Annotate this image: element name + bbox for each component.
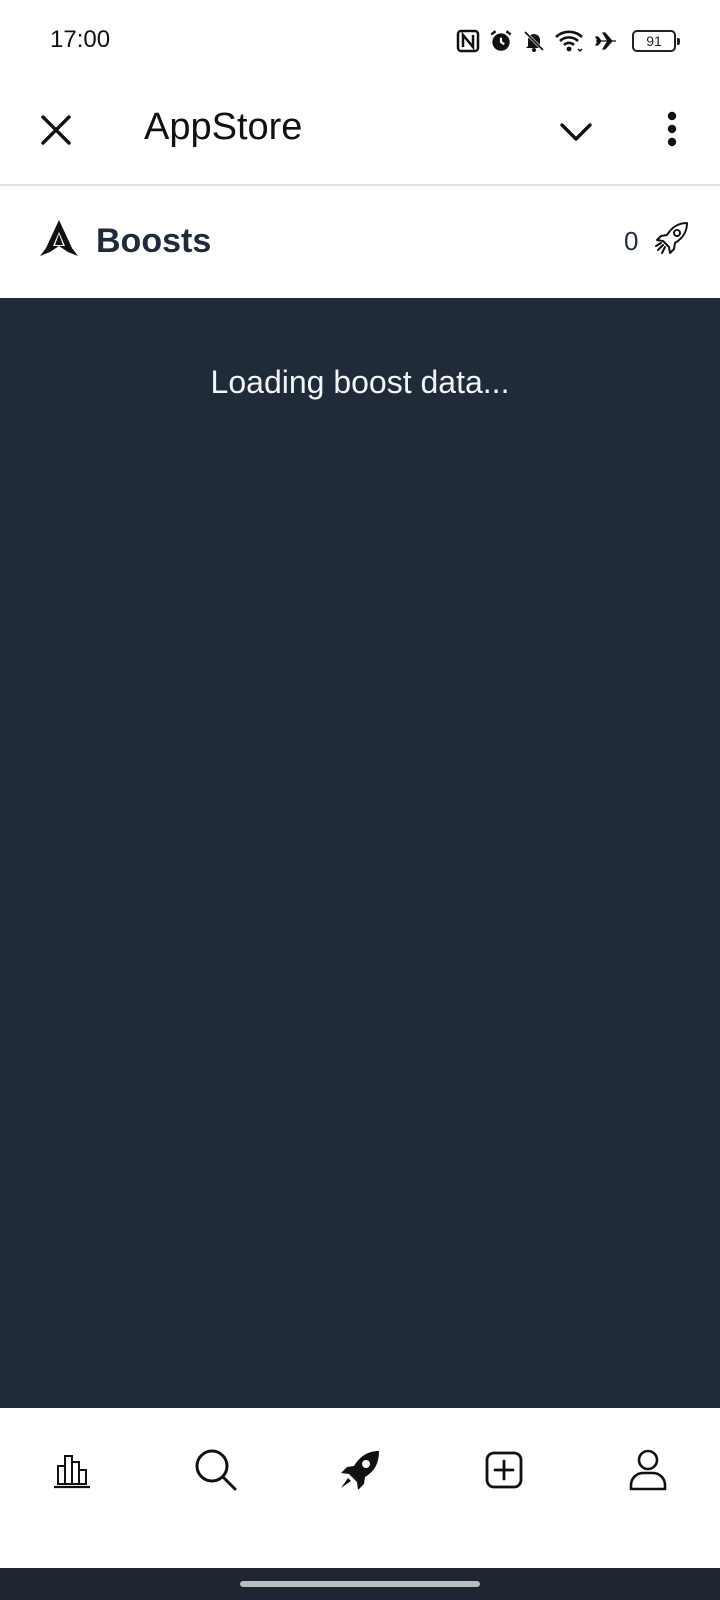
app-title: AppStore — [144, 106, 303, 148]
nav-item-create[interactable] — [480, 1446, 528, 1494]
app-bar: AppStore — [0, 84, 720, 186]
screen: 17:00 91 AppStore Boosts 0 Loading boost… — [0, 0, 720, 1600]
gesture-area — [0, 1568, 720, 1600]
boosts-title: Boosts — [96, 222, 212, 260]
loading-text: Loading boost data... — [210, 364, 510, 400]
logo-icon — [40, 220, 78, 256]
more-options-button[interactable] — [650, 108, 694, 152]
chart-icon — [54, 1455, 90, 1489]
more-vertical-icon — [667, 111, 677, 147]
battery-level: 91 — [646, 33, 662, 49]
boost-content: Loading boost data... — [0, 298, 720, 1408]
search-icon — [195, 1449, 237, 1491]
bell-off-icon — [522, 29, 546, 53]
nfc-icon — [456, 29, 480, 53]
gesture-handle[interactable] — [240, 1581, 480, 1587]
wifi-icon — [554, 29, 584, 53]
rocket-icon — [341, 1451, 379, 1490]
airplane-icon — [592, 29, 620, 53]
status-icons: 91 — [456, 26, 680, 56]
expand-button[interactable] — [556, 112, 596, 152]
add-square-icon — [485, 1451, 523, 1489]
nav-item-profile[interactable] — [624, 1446, 672, 1494]
battery-icon: 91 — [632, 30, 680, 52]
close-icon — [41, 115, 71, 145]
chevron-down-icon — [560, 123, 592, 141]
close-button[interactable] — [36, 110, 76, 150]
nav-item-stats[interactable] — [48, 1446, 96, 1494]
nav-item-search[interactable] — [192, 1446, 240, 1494]
nav-item-boosts[interactable] — [336, 1446, 384, 1494]
status-time: 17:00 — [50, 26, 111, 53]
status-bar: 17:00 91 — [0, 0, 720, 84]
alarm-icon — [488, 28, 514, 54]
user-icon — [629, 1449, 667, 1491]
rocket-outline-icon[interactable] — [654, 220, 690, 256]
boosts-header: Boosts 0 — [0, 186, 720, 298]
boosts-count: 0 — [624, 226, 639, 256]
bottom-nav — [0, 1408, 720, 1568]
